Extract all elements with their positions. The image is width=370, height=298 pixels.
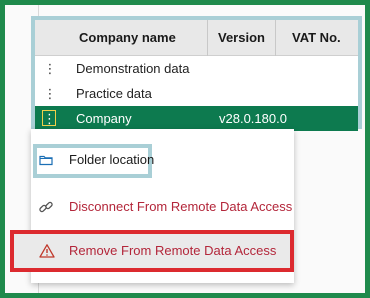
warning-triangle-icon bbox=[39, 243, 55, 259]
table-row[interactable]: ⋮ Practice data bbox=[35, 81, 358, 106]
company-name-cell: Practice data bbox=[76, 86, 152, 101]
header-version[interactable]: Version bbox=[218, 20, 265, 56]
header-separator bbox=[275, 20, 276, 56]
version-cell: v28.0.180.0 bbox=[219, 111, 287, 126]
table-row[interactable]: ⋮ Demonstration data bbox=[35, 56, 358, 81]
broken-link-icon bbox=[38, 199, 54, 215]
table-row-selected[interactable]: ⋮ Company v28.0.180.0 bbox=[35, 106, 358, 131]
menu-item-remove[interactable]: Remove From Remote Data Access bbox=[14, 236, 290, 266]
company-name-cell: Demonstration data bbox=[76, 61, 190, 76]
remove-highlight: Remove From Remote Data Access bbox=[10, 230, 294, 272]
menu-item-label: Folder location bbox=[69, 152, 155, 167]
menu-item-folder-location[interactable]: Folder location bbox=[31, 145, 294, 175]
company-table: Company name Version VAT No. ⋮ Demonstra… bbox=[31, 16, 362, 131]
menu-item-label: Disconnect From Remote Data Access bbox=[69, 199, 293, 214]
header-separator bbox=[207, 20, 208, 56]
company-name-cell: Company bbox=[76, 111, 132, 126]
row-menu-icon[interactable]: ⋮ bbox=[43, 56, 57, 81]
header-company-name[interactable]: Company name bbox=[79, 20, 176, 56]
folder-icon bbox=[38, 152, 54, 168]
row-menu-icon[interactable]: ⋮ bbox=[43, 81, 57, 106]
menu-item-label: Remove From Remote Data Access bbox=[69, 243, 277, 258]
table-header: Company name Version VAT No. bbox=[35, 20, 358, 56]
menu-item-disconnect[interactable]: Disconnect From Remote Data Access bbox=[31, 192, 294, 222]
row-menu-icon[interactable]: ⋮ bbox=[42, 110, 56, 126]
header-vat-no[interactable]: VAT No. bbox=[292, 20, 341, 56]
